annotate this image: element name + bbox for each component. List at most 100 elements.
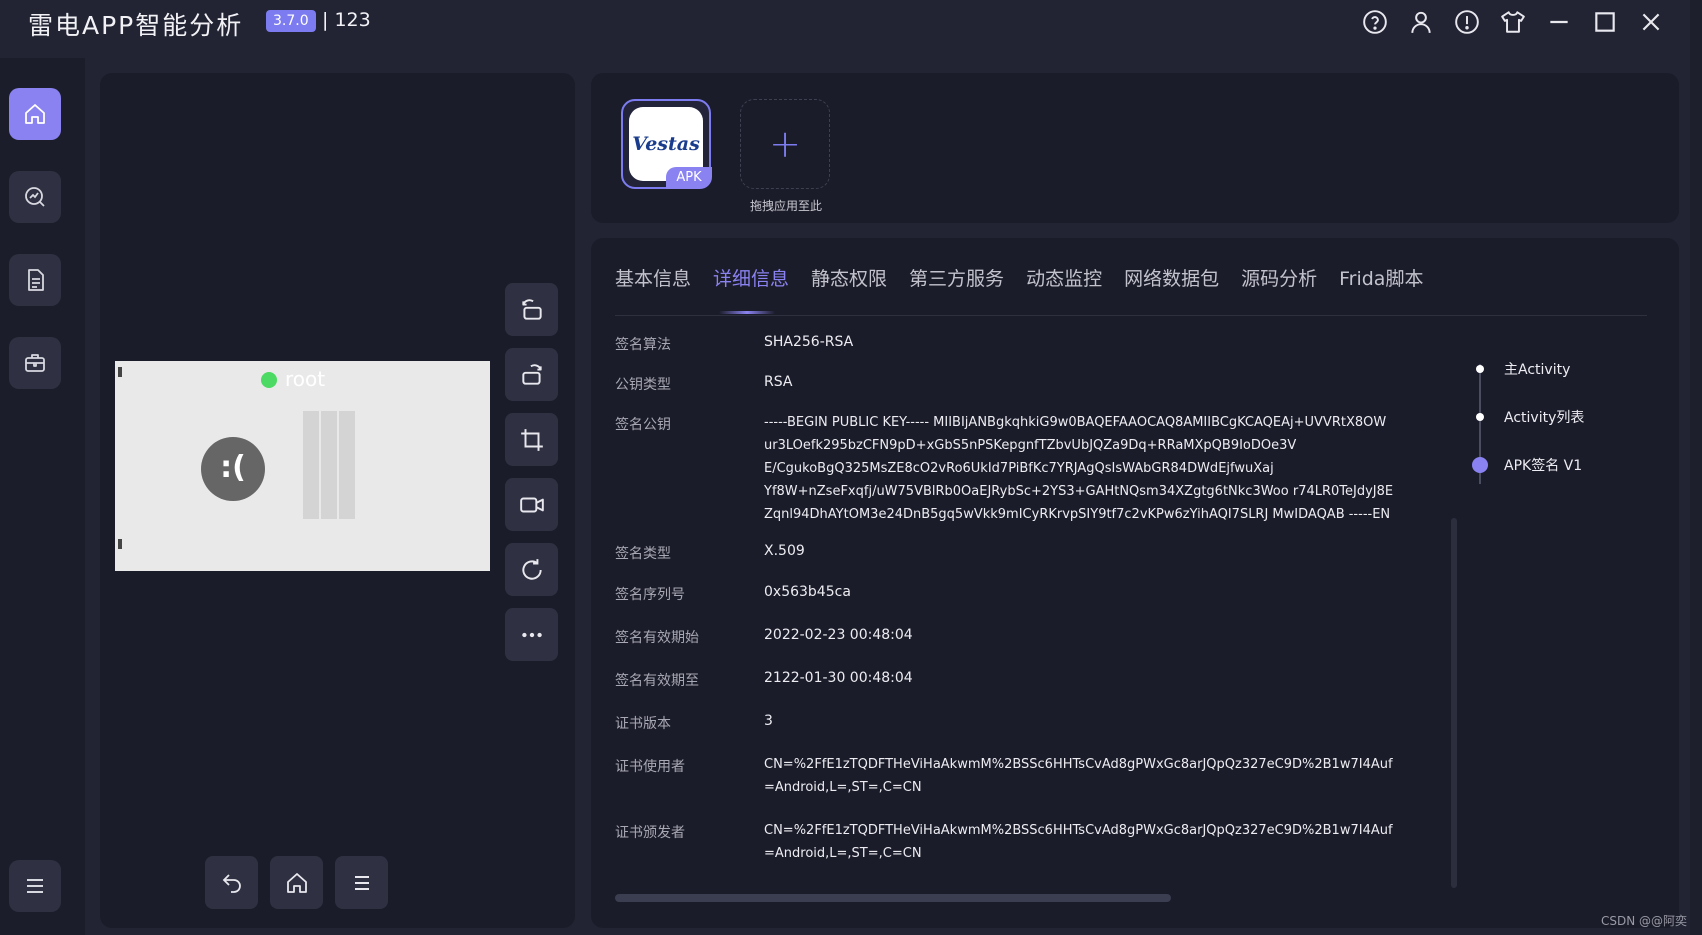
tab-dynamic-monitor[interactable]: 动态监控	[1026, 264, 1102, 291]
home-icon	[286, 872, 307, 893]
detail-label: 签名算法	[615, 337, 671, 353]
nav-analysis-button[interactable]	[9, 171, 61, 223]
apk-name: Vestas	[632, 133, 700, 155]
active-tab-indicator	[719, 311, 775, 314]
detail-label: 签名有效期始	[615, 630, 699, 646]
detail-value: 2022-02-23 00:48:04	[764, 627, 913, 643]
tab-divider	[615, 315, 1647, 316]
add-app-label: 拖拽应用至此	[749, 199, 822, 213]
title-bar: 雷电APP智能分析 3.7.0 | 123	[0, 0, 1702, 56]
crash-dialog-column	[303, 411, 319, 519]
rotate-left-icon	[521, 298, 542, 320]
anchor-label: Activity列表	[1504, 410, 1585, 426]
more-button[interactable]	[505, 608, 558, 661]
anchor-main-activity[interactable]: 主Activity	[1471, 359, 1570, 379]
detail-label: 签名公钥	[615, 417, 671, 433]
detail-label: 证书版本	[615, 716, 671, 732]
detail-value: RSA	[764, 374, 793, 390]
nav-document-button[interactable]	[9, 254, 61, 306]
sad-face-icon: :(	[201, 437, 265, 501]
record-button[interactable]	[505, 478, 558, 531]
left-nav	[0, 58, 85, 935]
device-home-button[interactable]	[270, 856, 323, 909]
apk-badge: APK	[666, 167, 712, 189]
window-right-edge	[1690, 0, 1702, 935]
rotate-right-icon	[521, 363, 542, 385]
detail-label: 公钥类型	[615, 377, 671, 393]
detail-panel: 基本信息 详细信息 静态权限 第三方服务 动态监控 网络数据包 源码分析 Fri…	[591, 238, 1679, 928]
apk-card[interactable]: Vestas APK	[621, 99, 712, 189]
root-label: root	[285, 367, 326, 391]
anchor-activity-list[interactable]: Activity列表	[1471, 407, 1584, 427]
anchor-dot	[1476, 413, 1484, 421]
add-app-button[interactable]: +	[740, 99, 830, 189]
close-icon[interactable]	[1638, 8, 1664, 36]
device-panel: root :(	[100, 73, 575, 928]
menu-icon	[27, 879, 43, 893]
maximize-icon[interactable]	[1592, 8, 1618, 36]
tab-basic-info[interactable]: 基本信息	[615, 264, 691, 291]
detail-label: 证书颁发者	[615, 825, 685, 841]
detail-label: 签名序列号	[615, 587, 685, 603]
anchor-dot	[1476, 365, 1484, 373]
anchor-label: APK签名 V1	[1504, 458, 1583, 474]
detail-label: 证书使用者	[615, 759, 685, 775]
detail-value: 3	[764, 713, 773, 729]
analysis-icon	[25, 187, 45, 207]
detail-value: 2122-01-30 00:48:04	[764, 670, 913, 686]
title-extra: | 123	[322, 9, 371, 31]
info-icon[interactable]	[1454, 8, 1480, 36]
detail-value: SHA256-RSA	[764, 334, 854, 350]
nav-toolbox-button[interactable]	[9, 337, 61, 389]
tab-source-analysis[interactable]: 源码分析	[1241, 264, 1317, 291]
record-icon	[519, 497, 544, 512]
root-status-dot	[261, 372, 277, 388]
detail-value: 0x563b45ca	[764, 584, 851, 600]
refresh-icon	[521, 558, 542, 580]
device-menu-button[interactable]	[335, 856, 388, 909]
user-icon[interactable]	[1408, 8, 1434, 36]
screen-nav-marker	[118, 539, 122, 549]
home-icon	[25, 104, 45, 124]
device-screen[interactable]: root :(	[115, 361, 490, 571]
crash-dialog-column	[339, 411, 355, 519]
app-window: 雷电APP智能分析 3.7.0 | 123 root:(Vestas APK…	[0, 0, 1702, 935]
back-button[interactable]	[205, 856, 258, 909]
crop-button[interactable]	[505, 413, 558, 466]
tab-network-packets[interactable]: 网络数据包	[1124, 264, 1219, 291]
tab-frida-script[interactable]: Frida脚本	[1339, 264, 1423, 291]
back-icon	[222, 873, 241, 893]
detail-value: CN=%2FfE1zTQDFTHeViHaAkwmM%2BSSc6HHTsCvA…	[764, 823, 1393, 861]
tab-detail-info[interactable]: 详细信息	[713, 264, 789, 291]
rotate-right-button[interactable]	[505, 348, 558, 401]
document-icon	[28, 269, 44, 291]
tab-bar: 基本信息 详细信息 静态权限 第三方服务 动态监控 网络数据包 源码分析 Fri…	[615, 264, 1445, 291]
crop-icon	[520, 428, 543, 451]
anchor-apk-signature[interactable]: APK签名 V1	[1471, 455, 1582, 475]
device-bottom-nav	[205, 856, 388, 909]
nav-home-button[interactable]	[9, 88, 61, 140]
anchor-dot-active	[1472, 457, 1488, 473]
screen-status-marker	[118, 367, 122, 377]
detail-label: 签名类型	[615, 546, 671, 562]
app-title: 雷电APP智能分析	[28, 11, 244, 40]
help-icon[interactable]	[1362, 8, 1388, 36]
detail-value: CN=%2FfE1zTQDFTHeViHaAkwmM%2BSSc6HHTsCvA…	[764, 757, 1393, 795]
detail-value: -----BEGIN PUBLIC KEY----- MIIBIjANBgkqh…	[764, 415, 1394, 522]
horizontal-scrollbar[interactable]	[615, 894, 1171, 902]
detail-label: 签名有效期至	[615, 673, 699, 689]
detail-value: X.509	[764, 543, 805, 559]
more-icon	[521, 632, 542, 637]
tab-third-party[interactable]: 第三方服务	[909, 264, 1004, 291]
watermark: CSDN @@阿奕	[1600, 914, 1687, 928]
shirt-icon[interactable]	[1500, 8, 1526, 36]
vertical-scrollbar[interactable]	[1451, 518, 1457, 888]
version-badge: 3.7.0	[266, 10, 316, 32]
tab-static-permissions[interactable]: 静态权限	[811, 264, 887, 291]
minimize-icon[interactable]	[1546, 8, 1572, 36]
apps-panel: Vestas APK + 拖拽应用至此	[591, 73, 1679, 223]
refresh-button[interactable]	[505, 543, 558, 596]
rotate-left-button[interactable]	[505, 283, 558, 336]
main-menu-button[interactable]	[9, 860, 61, 912]
crash-dialog-column	[321, 411, 337, 519]
